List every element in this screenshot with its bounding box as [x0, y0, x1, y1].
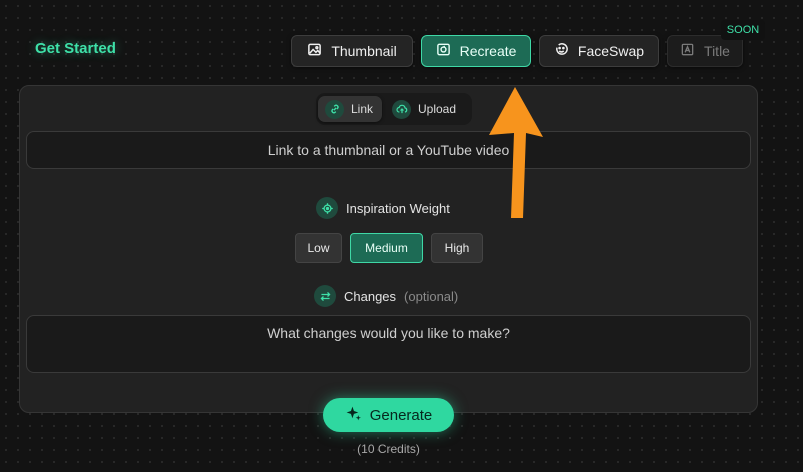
weight-high-button[interactable]: High	[431, 233, 483, 263]
inspiration-weight-label: Inspiration Weight	[316, 197, 450, 219]
soon-badge: SOON	[721, 20, 765, 40]
sparkle-icon	[345, 405, 362, 426]
changes-optional-text: (optional)	[404, 288, 459, 304]
swap-icon	[314, 285, 336, 307]
source-upload-option[interactable]: Upload	[385, 96, 469, 122]
weight-medium-button[interactable]: Medium	[350, 233, 423, 263]
changes-text: Changes	[344, 288, 397, 304]
inspiration-weight-text: Inspiration Weight	[346, 200, 450, 216]
generate-button[interactable]: Generate	[323, 398, 454, 432]
source-link-option[interactable]: Link	[318, 96, 382, 122]
arrow-pointer-icon	[489, 87, 543, 218]
page-title: Get Started	[35, 40, 116, 57]
target-icon	[316, 197, 338, 219]
source-upload-label: Upload	[418, 102, 457, 116]
changes-textarea[interactable]: What changes would you like to make?	[26, 315, 751, 373]
thumbnail-link-input[interactable]: Link to a thumbnail or a YouTube video	[26, 131, 751, 169]
image-icon	[307, 42, 322, 60]
generate-label: Generate	[369, 406, 433, 424]
credits-note: (10 Credits)	[357, 442, 420, 456]
tab-label: Recreate	[459, 43, 517, 59]
tab-label: FaceSwap	[577, 43, 645, 59]
upload-cloud-icon	[392, 99, 411, 119]
tab-thumbnail[interactable]: Thumbnail	[291, 35, 413, 67]
tab-recreate[interactable]: Recreate	[421, 35, 531, 67]
tab-label: Thumbnail	[331, 43, 397, 59]
link-icon	[325, 99, 344, 119]
recreate-icon	[436, 42, 451, 60]
tab-label: Title	[704, 43, 730, 59]
text-box-icon	[680, 42, 695, 60]
source-link-label: Link	[351, 102, 374, 116]
tab-faceswap[interactable]: FaceSwap	[539, 35, 659, 67]
face-icon	[554, 42, 569, 60]
changes-label: Changes (optional)	[314, 285, 458, 307]
weight-low-button[interactable]: Low	[295, 233, 342, 263]
